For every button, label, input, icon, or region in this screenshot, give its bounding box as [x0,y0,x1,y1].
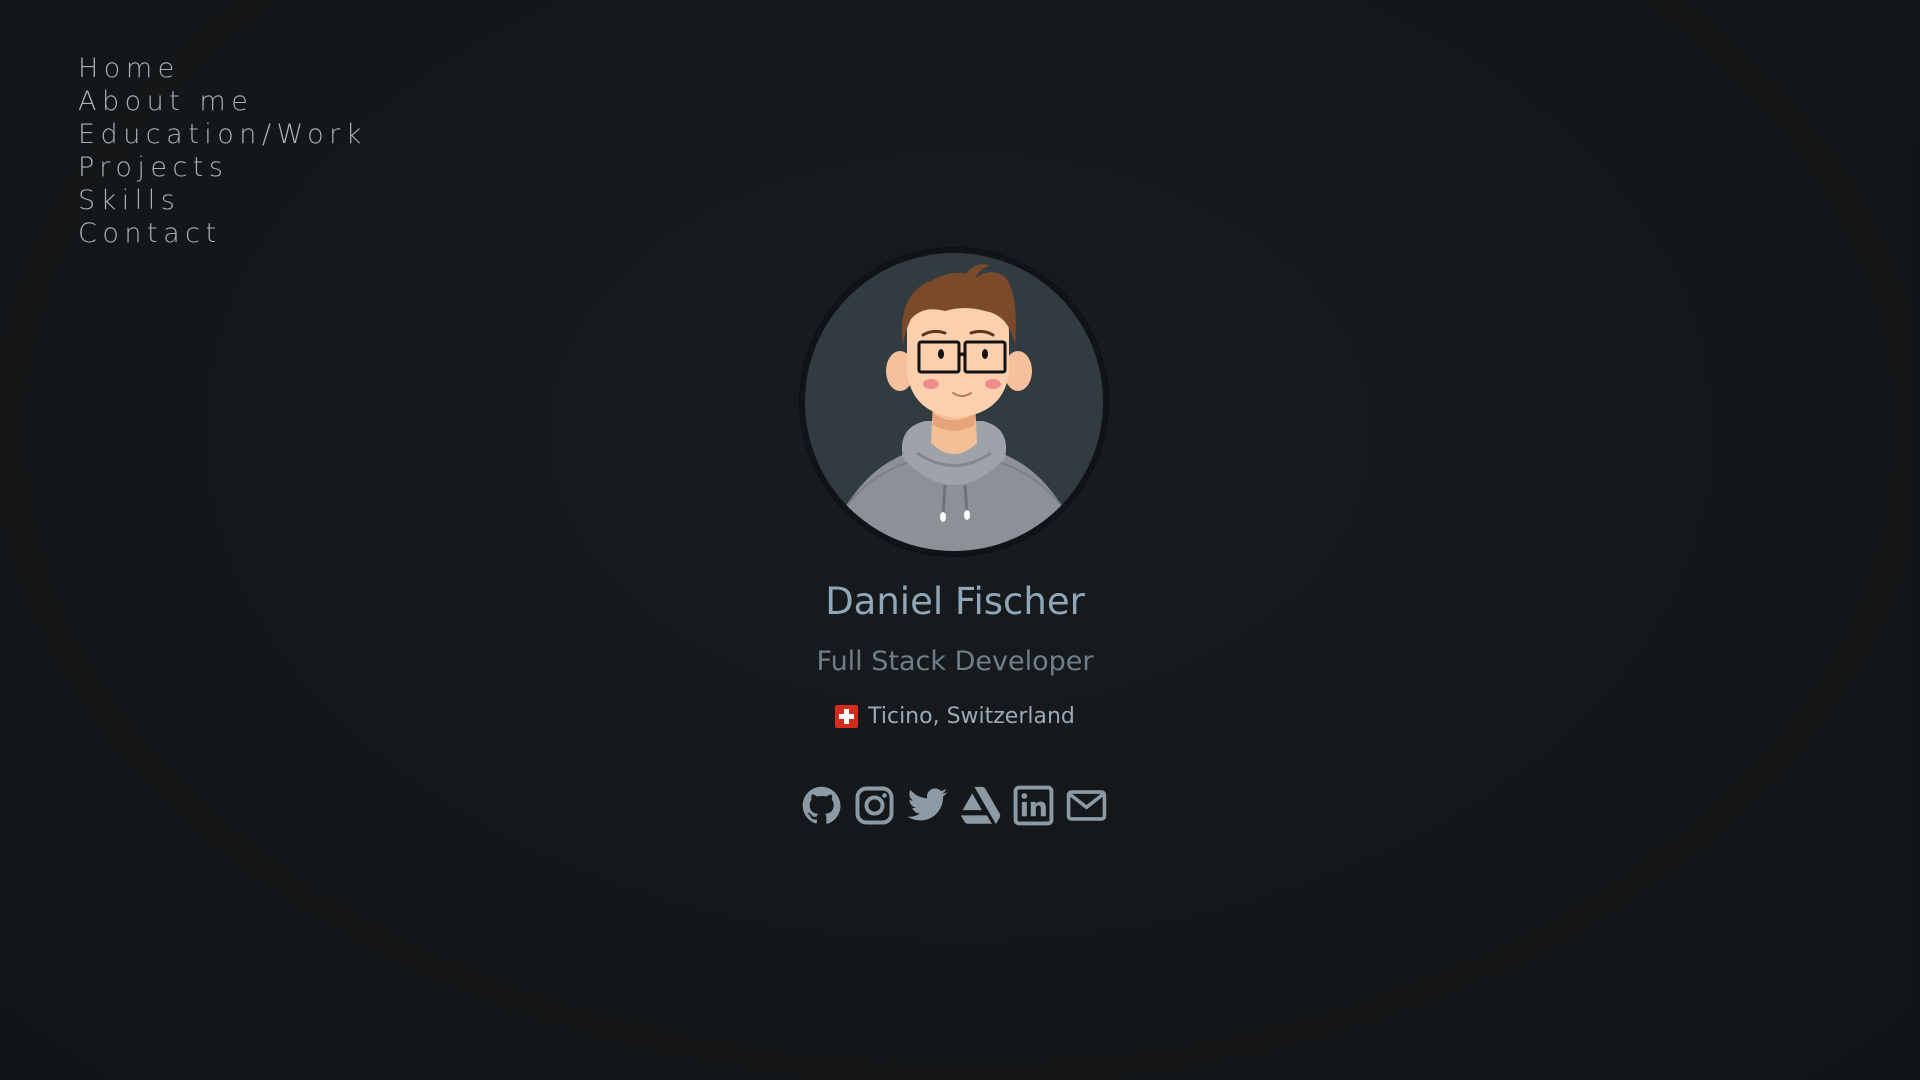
avatar [805,253,1103,551]
profile-location: Ticino, Switzerland [0,704,1910,729]
scrollbar-track[interactable] [1912,145,1920,1080]
swiss-flag-icon [835,705,859,728]
social-links [800,784,1108,827]
artstation-icon [960,786,1001,825]
linkedin-icon [1013,785,1054,826]
profile-name: Daniel Fischer [825,580,1085,623]
avatar-frame [800,248,1108,556]
instagram-icon [855,786,894,825]
hero-section: Daniel Fischer Full Stack Developer Tici… [0,0,1910,1080]
location-text: Ticino, Switzerland [868,704,1075,729]
page: Home About me Education/Work Projects Sk… [0,0,1920,1080]
artstation-link[interactable] [959,784,1002,827]
avatar-illustration [844,264,1064,551]
twitter-link[interactable] [906,784,949,827]
profile-role: Full Stack Developer [816,646,1094,677]
instagram-link[interactable] [853,784,896,827]
twitter-icon [907,788,948,821]
github-icon [802,786,841,824]
linkedin-link[interactable] [1012,784,1055,827]
mail-link[interactable] [1065,784,1108,827]
mail-icon [1066,790,1107,821]
github-link[interactable] [800,784,843,827]
